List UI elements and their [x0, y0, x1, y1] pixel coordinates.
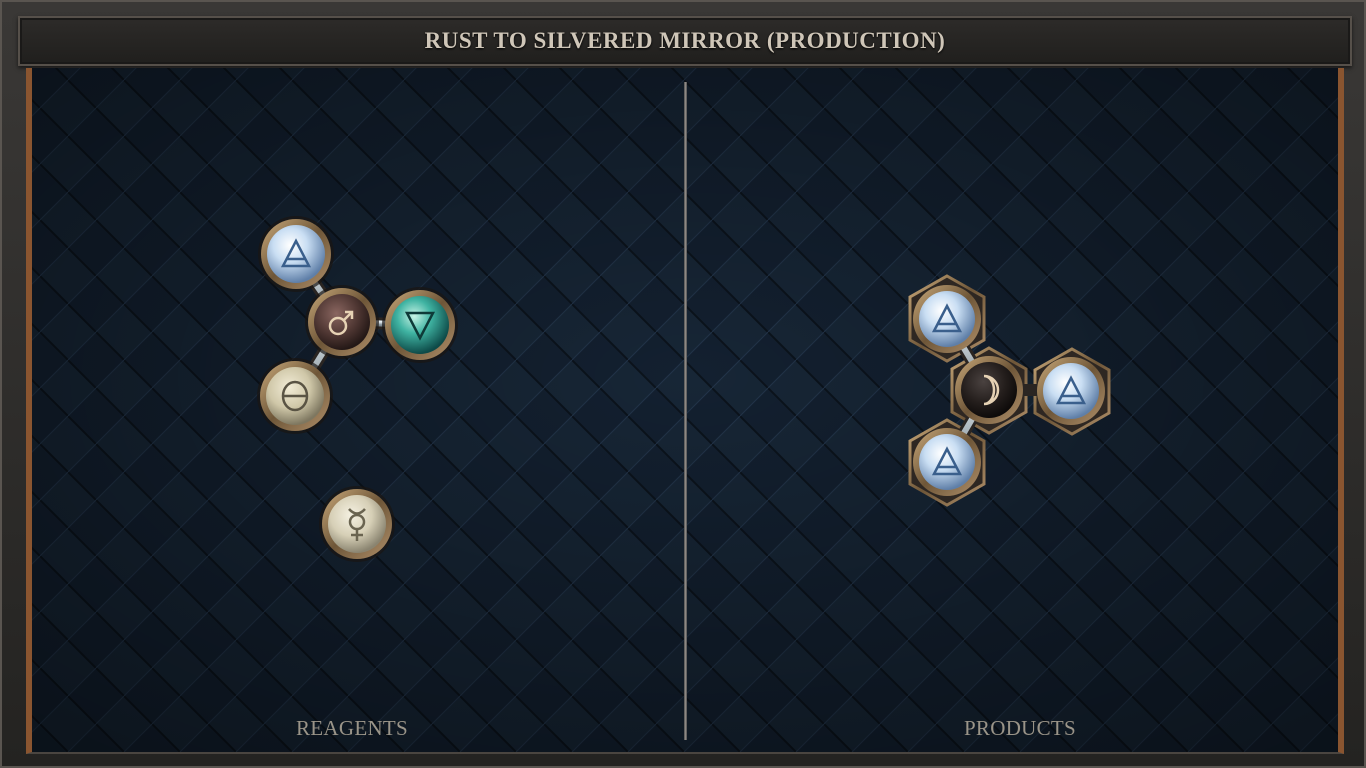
title-bar: RUST TO SILVERED MIRROR (PRODUCTION): [18, 16, 1352, 66]
page-title: RUST TO SILVERED MIRROR (PRODUCTION): [424, 28, 946, 53]
reagents-label: REAGENTS: [295, 716, 409, 740]
products-label: PRODUCTS: [963, 716, 1077, 740]
panel-divider: [684, 82, 687, 740]
window-frame: RUST TO SILVERED MIRROR (PRODUCTION) REA…: [0, 0, 1366, 768]
